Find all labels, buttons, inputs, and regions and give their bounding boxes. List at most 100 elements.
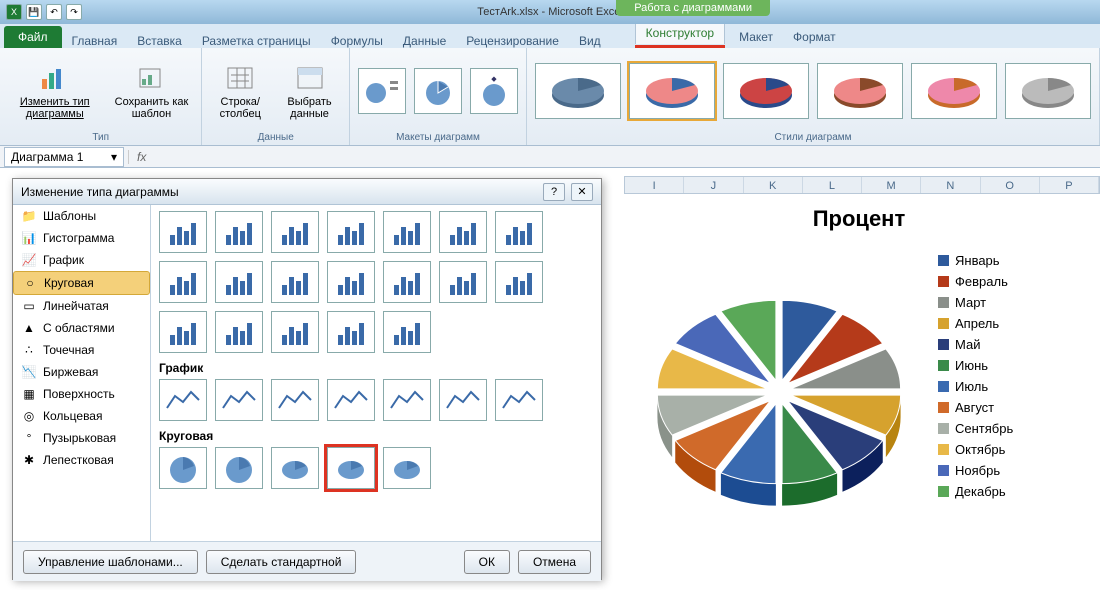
excel-icon[interactable]: X bbox=[6, 4, 22, 20]
column-header[interactable]: O bbox=[981, 177, 1040, 193]
select-data-button[interactable]: Выбрать данные bbox=[278, 60, 341, 122]
chart-category-Точечная[interactable]: ∴Точечная bbox=[13, 339, 150, 361]
legend-swatch bbox=[938, 381, 949, 392]
switch-label: Строка/столбец bbox=[214, 96, 266, 120]
set-default-button[interactable]: Сделать стандартной bbox=[206, 550, 357, 574]
chart-category-С областями[interactable]: ▲С областями bbox=[13, 317, 150, 339]
layout-thumb[interactable] bbox=[414, 68, 462, 114]
ribbon-group-styles: Стили диаграмм bbox=[527, 48, 1100, 145]
chart-style-thumb[interactable] bbox=[1005, 63, 1091, 119]
column-header[interactable]: K bbox=[744, 177, 803, 193]
column-header[interactable]: M bbox=[862, 177, 921, 193]
legend-swatch bbox=[938, 465, 949, 476]
column-header[interactable]: J bbox=[684, 177, 743, 193]
chart-subtype-thumb[interactable] bbox=[159, 447, 207, 489]
chart-subtype-thumb[interactable] bbox=[271, 311, 319, 353]
change-type-label: Изменить тип диаграммы bbox=[12, 96, 98, 120]
manage-templates-button[interactable]: Управление шаблонами... bbox=[23, 550, 198, 574]
file-tab[interactable]: Файл bbox=[4, 26, 62, 48]
chart-subtype-thumb[interactable] bbox=[327, 379, 375, 421]
column-header[interactable]: N bbox=[921, 177, 980, 193]
chart-subtype-thumb[interactable] bbox=[215, 261, 263, 303]
undo-icon[interactable]: ↶ bbox=[46, 4, 62, 20]
legend-item: Ноябрь bbox=[938, 460, 1013, 481]
chart-subtype-thumb[interactable] bbox=[159, 261, 207, 303]
chart-subtype-thumb[interactable] bbox=[439, 211, 487, 253]
chart-type-icon bbox=[39, 62, 71, 94]
chart-category-Кольцевая[interactable]: ◎Кольцевая bbox=[13, 405, 150, 427]
ribbon-group-type: Изменить тип диаграммы Сохранить как шаб… bbox=[0, 48, 202, 145]
chart-subtype-thumb[interactable] bbox=[327, 311, 375, 353]
change-chart-type-button[interactable]: Изменить тип диаграммы bbox=[8, 60, 102, 122]
layout-thumb[interactable] bbox=[358, 68, 406, 114]
chart-category-Поверхность[interactable]: ▦Поверхность bbox=[13, 383, 150, 405]
column-header[interactable]: L bbox=[803, 177, 862, 193]
save-icon[interactable]: 💾 bbox=[26, 4, 42, 20]
chart-category-Круговая[interactable]: ○Круговая bbox=[13, 271, 150, 295]
legend-swatch bbox=[938, 276, 949, 287]
ctx-tab-2[interactable]: Формат bbox=[783, 26, 846, 48]
chart-subtype-thumb[interactable] bbox=[159, 311, 207, 353]
chart-subtype-thumb[interactable] bbox=[383, 311, 431, 353]
chart-subtype-thumb[interactable] bbox=[215, 379, 263, 421]
chart-subtype-thumb[interactable] bbox=[215, 311, 263, 353]
chart-style-thumb[interactable] bbox=[911, 63, 997, 119]
ctx-tab-0[interactable]: Конструктор bbox=[635, 21, 725, 44]
ctx-tab-1[interactable]: Макет bbox=[729, 26, 783, 48]
fx-icon[interactable]: fx bbox=[128, 150, 154, 164]
column-header[interactable]: P bbox=[1040, 177, 1099, 193]
chart-subtype-thumb[interactable] bbox=[495, 379, 543, 421]
chart-subtype-thumb[interactable] bbox=[383, 261, 431, 303]
chart-subtype-thumb[interactable] bbox=[271, 261, 319, 303]
help-icon[interactable]: ? bbox=[543, 183, 565, 201]
chart-subtype-thumb[interactable] bbox=[327, 447, 375, 489]
chart-subtype-thumb[interactable] bbox=[383, 379, 431, 421]
chart-subtype-thumb[interactable] bbox=[327, 261, 375, 303]
chart-subtype-thumb[interactable] bbox=[271, 379, 319, 421]
save-template-button[interactable]: Сохранить как шаблон bbox=[110, 60, 194, 122]
chart-subtype-thumb[interactable] bbox=[495, 211, 543, 253]
category-icon: ○ bbox=[22, 276, 38, 290]
column-header[interactable]: I bbox=[625, 177, 684, 193]
chart-category-График[interactable]: 📈График bbox=[13, 249, 150, 271]
switch-row-col-button[interactable]: Строка/столбец bbox=[210, 60, 270, 122]
chart-style-thumb[interactable] bbox=[629, 63, 715, 119]
ribbon: Изменить тип диаграммы Сохранить как шаб… bbox=[0, 48, 1100, 146]
legend-item: Июль bbox=[938, 376, 1013, 397]
chevron-down-icon[interactable]: ▾ bbox=[111, 150, 117, 164]
chart-style-thumb[interactable] bbox=[535, 63, 621, 119]
chart-category-Лепестковая[interactable]: ✱Лепестковая bbox=[13, 449, 150, 471]
close-icon[interactable]: ✕ bbox=[571, 183, 593, 201]
name-box[interactable]: Диаграмма 1 ▾ bbox=[4, 147, 124, 167]
chart-subtype-thumb[interactable] bbox=[271, 211, 319, 253]
chart-subtype-thumb[interactable] bbox=[271, 447, 319, 489]
category-icon: ◎ bbox=[21, 409, 37, 423]
chart-subtype-thumb[interactable] bbox=[439, 379, 487, 421]
chart-category-Гистограмма[interactable]: 📊Гистограмма bbox=[13, 227, 150, 249]
category-icon: ▲ bbox=[21, 321, 37, 335]
chart-style-thumb[interactable] bbox=[723, 63, 809, 119]
chart-subtype-thumb[interactable] bbox=[383, 447, 431, 489]
chart-subtype-thumb[interactable] bbox=[215, 211, 263, 253]
chart-subtype-thumb[interactable] bbox=[495, 261, 543, 303]
switch-icon bbox=[224, 62, 256, 94]
chart-style-thumb[interactable] bbox=[817, 63, 903, 119]
redo-icon[interactable]: ↷ bbox=[66, 4, 82, 20]
chart-subtype-thumb[interactable] bbox=[159, 211, 207, 253]
cancel-button[interactable]: Отмена bbox=[518, 550, 591, 574]
chart-category-Шаблоны[interactable]: 📁Шаблоны bbox=[13, 205, 150, 227]
embedded-chart[interactable]: Процент ЯнварьФевральМартАпрельМайИюньИю… bbox=[624, 202, 1094, 572]
legend-item: Август bbox=[938, 397, 1013, 418]
chart-subtype-thumb[interactable] bbox=[215, 447, 263, 489]
legend-item: Апрель bbox=[938, 313, 1013, 334]
ok-button[interactable]: ОК bbox=[464, 550, 510, 574]
chart-category-Биржевая[interactable]: 📉Биржевая bbox=[13, 361, 150, 383]
category-icon: 📈 bbox=[21, 253, 37, 267]
chart-category-Линейчатая[interactable]: ▭Линейчатая bbox=[13, 295, 150, 317]
chart-category-Пузырьковая[interactable]: °Пузырьковая bbox=[13, 427, 150, 449]
chart-subtype-thumb[interactable] bbox=[383, 211, 431, 253]
chart-subtype-thumb[interactable] bbox=[327, 211, 375, 253]
layout-thumb[interactable]: ◆ bbox=[470, 68, 518, 114]
chart-subtype-thumb[interactable] bbox=[439, 261, 487, 303]
chart-subtype-thumb[interactable] bbox=[159, 379, 207, 421]
